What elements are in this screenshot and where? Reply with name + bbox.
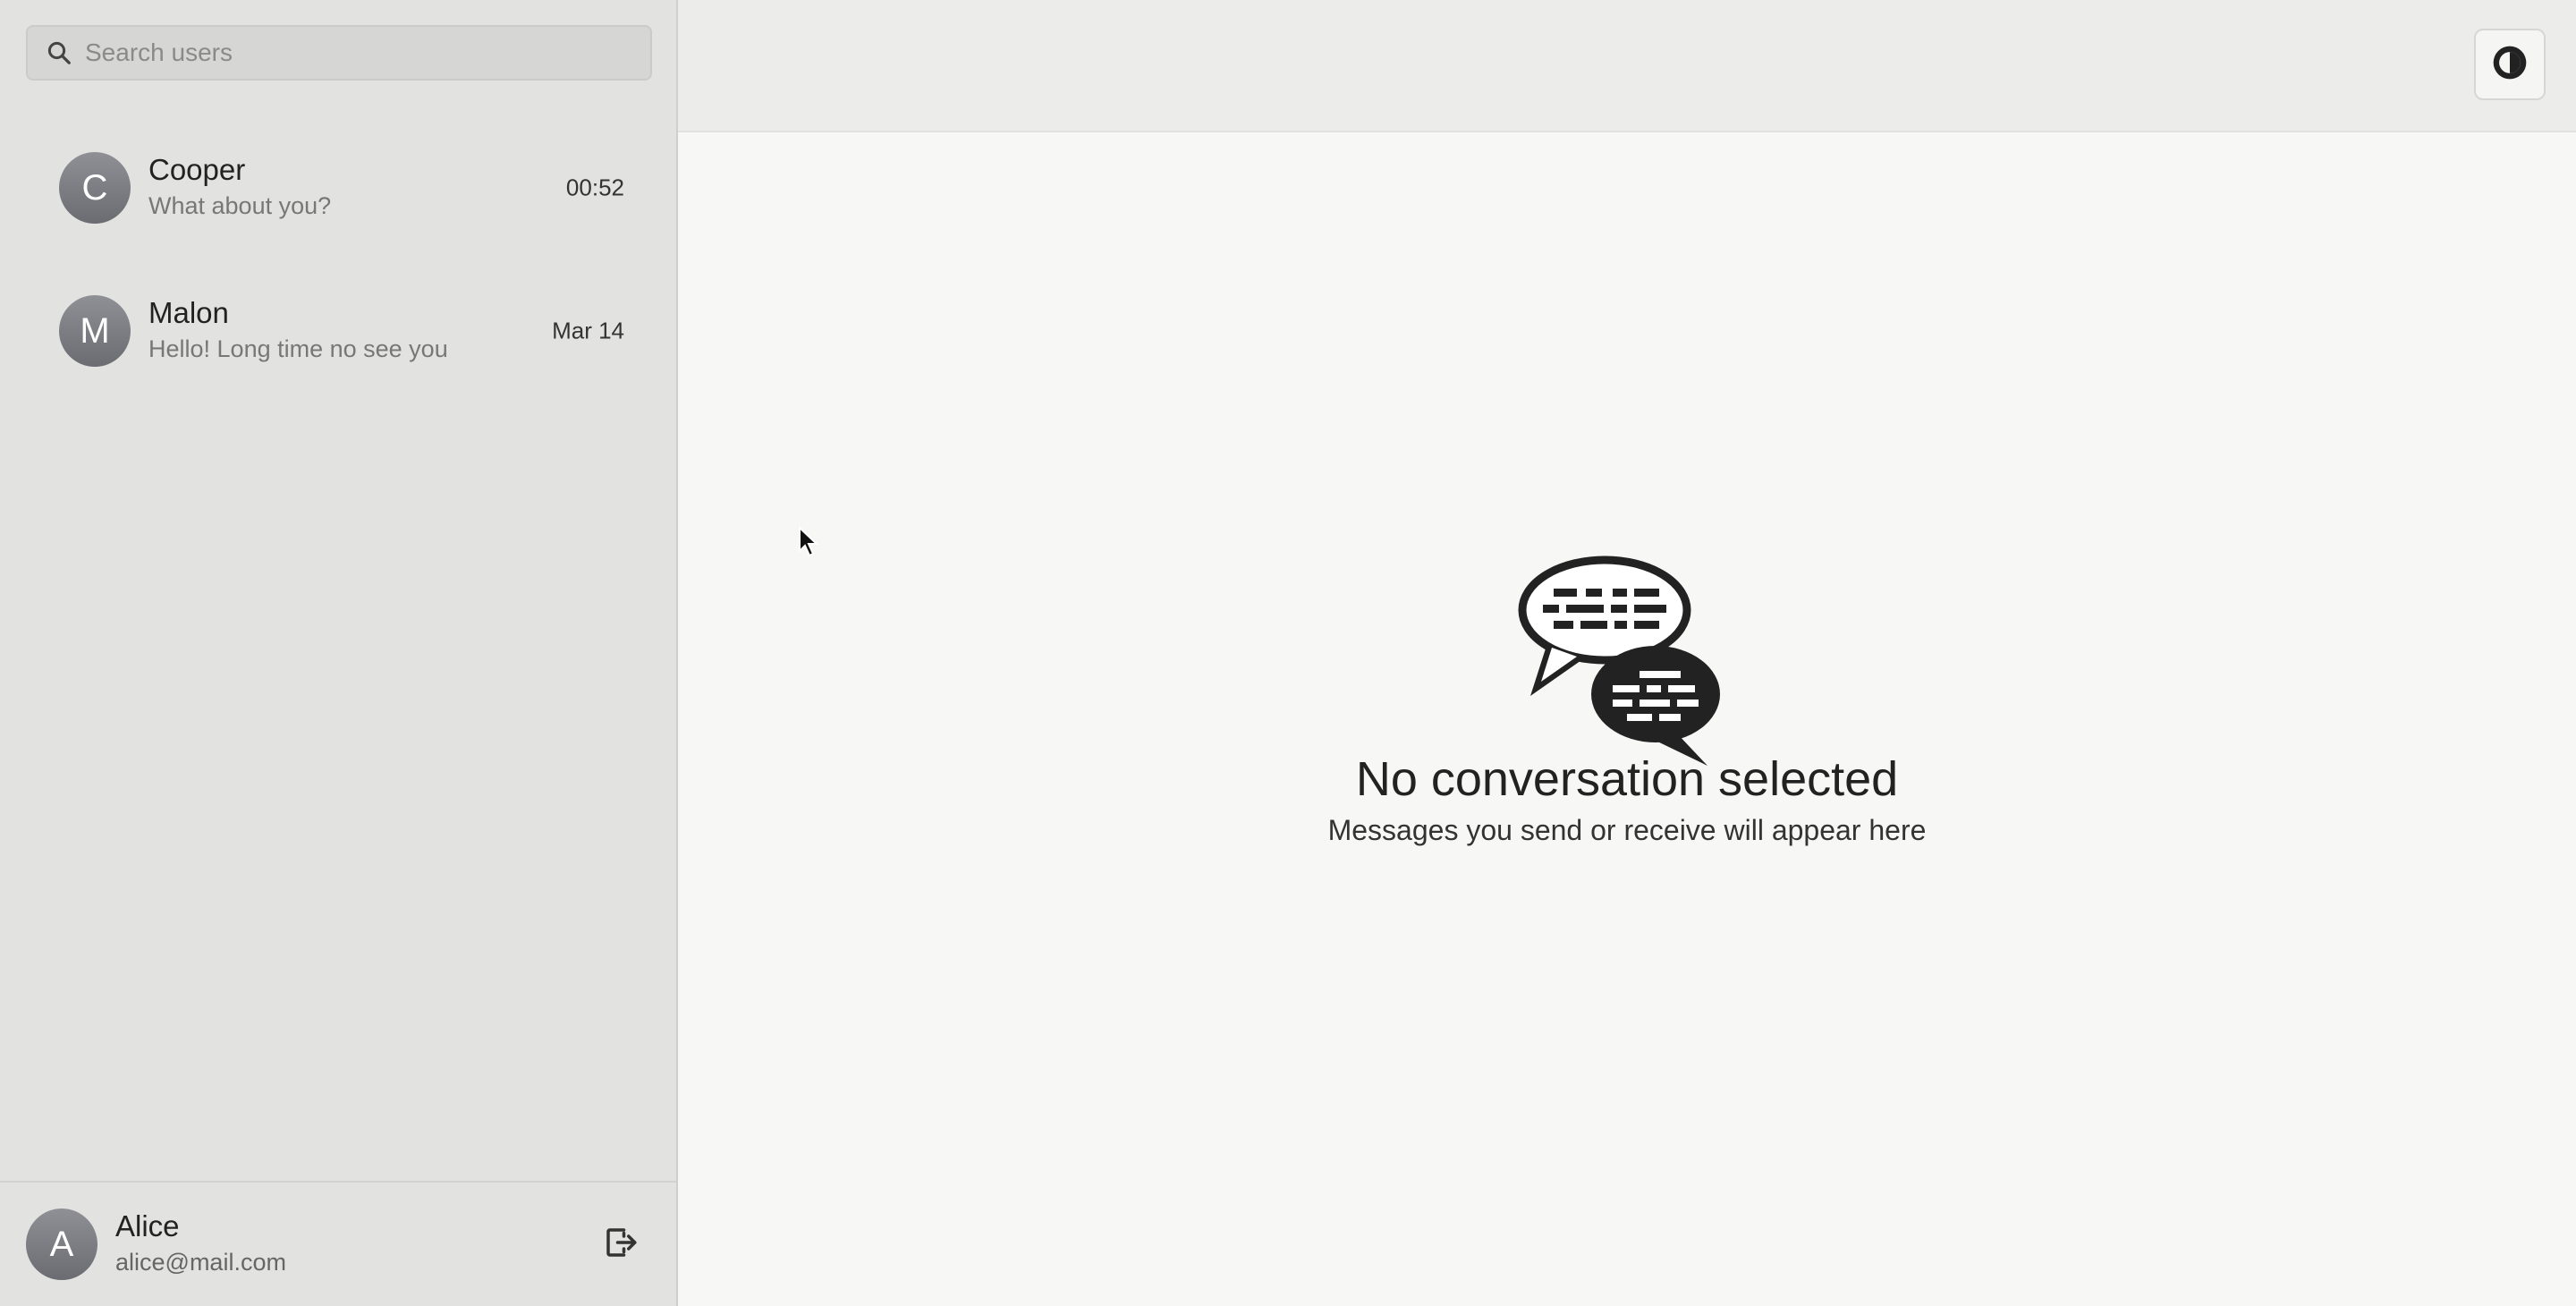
avatar: M — [59, 295, 131, 367]
conversation-preview: Hello! Long time no see you — [148, 335, 448, 362]
conversation-preview: What about you? — [148, 192, 332, 219]
conversation-text: Cooper What about you? — [148, 152, 331, 224]
empty-state-subtitle: Messages you send or receive will appear… — [1327, 814, 1927, 846]
avatar: C — [59, 152, 131, 224]
search-box[interactable] — [26, 25, 652, 81]
avatar-initial: A — [49, 1224, 74, 1264]
current-user-name: Alice — [115, 1209, 180, 1242]
current-user-info: Alice alice@mail.com — [115, 1208, 286, 1280]
avatar-initial: C — [81, 167, 108, 208]
mouse-cursor-icon — [798, 525, 819, 558]
conversation-name: Malon — [148, 296, 229, 329]
current-user-panel: A Alice alice@mail.com — [0, 1181, 676, 1306]
main-panel: No conversation selected Messages you se… — [678, 0, 2576, 1306]
logout-icon — [602, 1224, 640, 1266]
top-bar — [678, 0, 2576, 132]
conversation-item-malon[interactable]: M Malon Hello! Long time no see you Mar … — [0, 259, 676, 403]
logout-button[interactable] — [599, 1223, 642, 1266]
conversation-time: Mar 14 — [552, 317, 624, 344]
chat-app: C Cooper What about you? 00:52 M Malon H… — [0, 0, 2576, 1306]
current-user-avatar[interactable]: A — [26, 1208, 97, 1280]
sidebar: C Cooper What about you? 00:52 M Malon H… — [0, 0, 678, 1306]
current-user-email: alice@mail.com — [115, 1249, 286, 1276]
theme-toggle-button[interactable] — [2474, 29, 2546, 100]
empty-state: No conversation selected Messages you se… — [678, 537, 2576, 850]
conversation-list: C Cooper What about you? 00:52 M Malon H… — [0, 116, 676, 403]
avatar-initial: M — [80, 310, 110, 351]
chat-bubbles-icon — [1502, 537, 1734, 769]
conversation-text: Malon Hello! Long time no see you — [148, 295, 448, 367]
conversation-item-cooper[interactable]: C Cooper What about you? 00:52 — [0, 116, 676, 259]
conversation-time: 00:52 — [565, 174, 624, 201]
conversation-name: Cooper — [148, 153, 246, 186]
search-input[interactable] — [83, 30, 623, 76]
empty-state-title: No conversation selected — [1355, 752, 1899, 806]
theme-toggle-icon — [2490, 43, 2529, 87]
search-icon — [44, 38, 74, 68]
